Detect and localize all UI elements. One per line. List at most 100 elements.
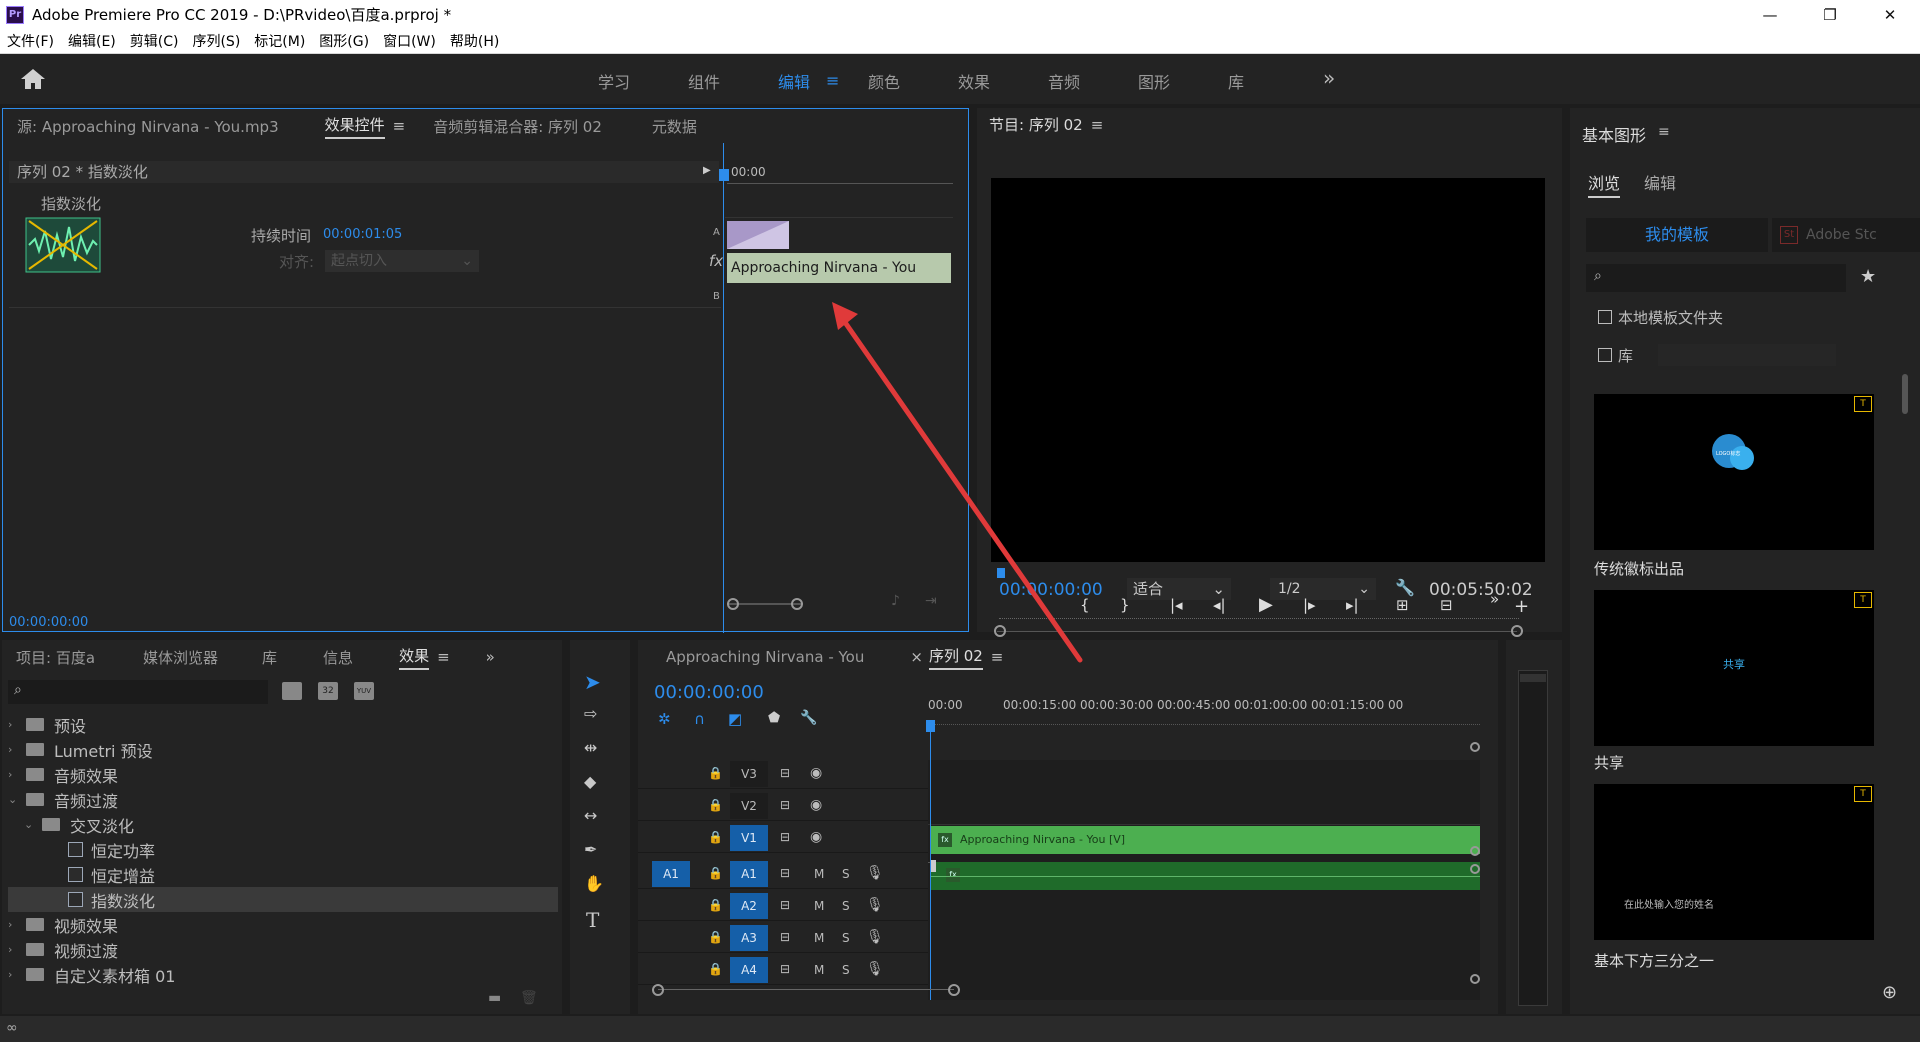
sync-lock-icon[interactable]: ⊟ — [780, 866, 790, 880]
sync-lock-icon[interactable]: ⊟ — [780, 830, 790, 844]
solo-button[interactable]: S — [842, 963, 850, 977]
solo-button[interactable]: S — [842, 867, 850, 881]
eye-icon[interactable]: ◉ — [810, 797, 822, 813]
tab-effects[interactable]: 效果 — [399, 645, 430, 670]
workspace-tab-effects[interactable]: 效果 — [958, 69, 990, 93]
ec-playhead-handle[interactable] — [719, 169, 729, 181]
menu-file[interactable]: 文件(F) — [0, 31, 61, 51]
tab-metadata[interactable]: 元数据 — [652, 116, 697, 137]
play-only-icon[interactable]: ▶ — [703, 165, 711, 176]
lock-icon[interactable]: 🔒 — [708, 830, 723, 844]
close-button[interactable]: ✕ — [1860, 0, 1920, 29]
eg-tab-edit[interactable]: 编辑 — [1644, 170, 1676, 194]
tab-info[interactable]: 信息 — [323, 647, 353, 668]
lock-icon[interactable]: 🔒 — [708, 898, 723, 912]
chevron-down-icon[interactable]: ⌄ — [8, 793, 22, 806]
timeline-playhead[interactable] — [930, 722, 931, 1000]
tab-source[interactable]: 源: Approaching Nirvana - You.mp3 — [17, 116, 279, 137]
h-zoom-bar[interactable] — [658, 989, 954, 990]
microphone-icon[interactable]: 🎙 — [866, 865, 884, 881]
hand-tool-icon[interactable]: ✋ — [584, 874, 604, 893]
tab-source-sequence[interactable]: Approaching Nirvana - You — [666, 648, 864, 666]
mark-out-icon[interactable]: } — [1120, 596, 1130, 614]
tab-sequence-02[interactable]: 序列 02 — [928, 645, 983, 670]
chevron-down-icon[interactable]: ⌄ — [24, 818, 38, 831]
workspace-tab-editing[interactable]: 编辑 — [778, 69, 810, 93]
sync-lock-icon[interactable]: ⊟ — [780, 766, 790, 780]
menu-help[interactable]: 帮助(H) — [443, 31, 506, 51]
ripple-edit-tool-icon[interactable]: ⇹ — [584, 738, 597, 757]
resolution-dropdown[interactable]: 1/2 ⌄ — [1270, 578, 1376, 600]
mark-in-icon[interactable]: { — [1080, 596, 1090, 614]
workspace-tab-audio[interactable]: 音频 — [1048, 69, 1080, 93]
effects-tree-item[interactable]: 恒定功率 — [8, 837, 558, 862]
workspace-tab-graphics[interactable]: 图形 — [1138, 69, 1170, 93]
effects-menu-icon[interactable]: ≡ — [437, 648, 450, 666]
program-menu-icon[interactable]: ≡ — [1091, 116, 1104, 134]
track-target[interactable]: V3 — [730, 761, 768, 787]
effects-tree-item[interactable]: › 自定义素材箱 01 — [8, 962, 558, 987]
local-folder-checkbox[interactable] — [1598, 310, 1612, 324]
v-scroll-top-handle[interactable] — [1470, 742, 1480, 752]
v-scroll-mid-handle[interactable] — [1470, 846, 1480, 856]
transition-graphic[interactable] — [727, 221, 789, 249]
razor-tool-icon[interactable]: ◆ — [584, 772, 596, 791]
template-thumbnail[interactable]: LOGO标志 T — [1594, 394, 1874, 550]
eg-scrollbar[interactable] — [1902, 374, 1908, 414]
track-target[interactable]: V1 — [730, 825, 768, 851]
track-target[interactable]: A1 — [730, 861, 768, 887]
solo-button[interactable]: S — [842, 931, 850, 945]
ec-timecode[interactable]: 00:00:00:00 — [9, 615, 88, 630]
h-zoom-left-handle[interactable] — [652, 984, 664, 996]
lock-icon[interactable]: 🔒 — [708, 798, 723, 812]
goto-icon[interactable]: ⇥ — [925, 593, 937, 609]
adobe-stock-tab[interactable]: St Adobe Stc — [1772, 218, 1920, 252]
tab-media-browser[interactable]: 媒体浏览器 — [143, 647, 218, 668]
step-back-icon[interactable]: ◂| — [1213, 596, 1226, 614]
step-forward-icon[interactable]: |▸ — [1303, 596, 1316, 614]
workspace-tab-libraries[interactable]: 库 — [1228, 69, 1244, 93]
nest-toggle-icon[interactable]: ✲ — [658, 710, 671, 728]
menu-graphics[interactable]: 图形(G) — [312, 31, 376, 51]
workspace-menu-icon[interactable]: ≡ — [826, 71, 839, 90]
eye-icon[interactable]: ◉ — [810, 765, 822, 781]
mute-button[interactable]: M — [814, 963, 824, 977]
slip-tool-icon[interactable]: ↔ — [584, 806, 597, 825]
effects-tree-item[interactable]: ⌄ 音频过渡 — [8, 787, 558, 812]
tab-libraries[interactable]: 库 — [262, 647, 277, 668]
sync-lock-icon[interactable]: ⊟ — [780, 898, 790, 912]
template-thumbnail[interactable]: 共享 T — [1594, 590, 1874, 746]
h-zoom-right-handle[interactable] — [948, 984, 960, 996]
library-checkbox[interactable] — [1598, 348, 1612, 362]
chevron-right-icon[interactable]: › — [8, 968, 22, 981]
more-buttons-icon[interactable]: » — [1490, 590, 1499, 608]
pen-tool-icon[interactable]: ✒ — [584, 840, 597, 859]
ec-scroll-right-handle[interactable] — [791, 598, 803, 610]
restore-button[interactable]: ❐ — [1800, 0, 1860, 29]
program-monitor-title[interactable]: 节目: 序列 02 — [989, 114, 1083, 137]
new-bin-icon[interactable]: ▬ — [488, 990, 501, 1006]
chevron-right-icon[interactable]: › — [8, 943, 22, 956]
mute-button[interactable]: M — [814, 867, 824, 881]
menu-sequence[interactable]: 序列(S) — [185, 31, 247, 51]
eye-icon[interactable]: ◉ — [810, 829, 822, 845]
zoom-left-handle[interactable] — [994, 625, 1006, 637]
snap-magnet-icon[interactable]: ∩ — [694, 710, 705, 728]
creative-cloud-icon[interactable]: ∞ — [6, 1020, 18, 1036]
sync-lock-icon[interactable]: ⊟ — [780, 798, 790, 812]
track-target[interactable]: A2 — [730, 893, 768, 919]
chevron-right-icon[interactable]: › — [8, 718, 22, 731]
go-to-in-icon[interactable]: |◂ — [1170, 596, 1183, 614]
zoom-right-handle[interactable] — [1511, 625, 1523, 637]
effects-tree-item[interactable]: › 音频效果 — [8, 762, 558, 787]
export-icon[interactable]: ♪ — [891, 593, 900, 609]
timeline-menu-icon[interactable]: ≡ — [991, 648, 1004, 666]
program-zoom-bar[interactable] — [997, 631, 1517, 632]
video-clip[interactable]: fx Approaching Nirvana - You [V] — [930, 826, 1480, 854]
workspace-more-icon[interactable]: » — [1323, 66, 1335, 90]
v-scroll-audio-handle[interactable] — [1470, 864, 1480, 874]
sync-lock-icon[interactable]: ⊟ — [780, 962, 790, 976]
v-scroll-bottom-handle[interactable] — [1470, 974, 1480, 984]
chevron-right-icon[interactable]: › — [8, 918, 22, 931]
settings-wrench-icon[interactable]: 🔧 — [1395, 578, 1415, 597]
